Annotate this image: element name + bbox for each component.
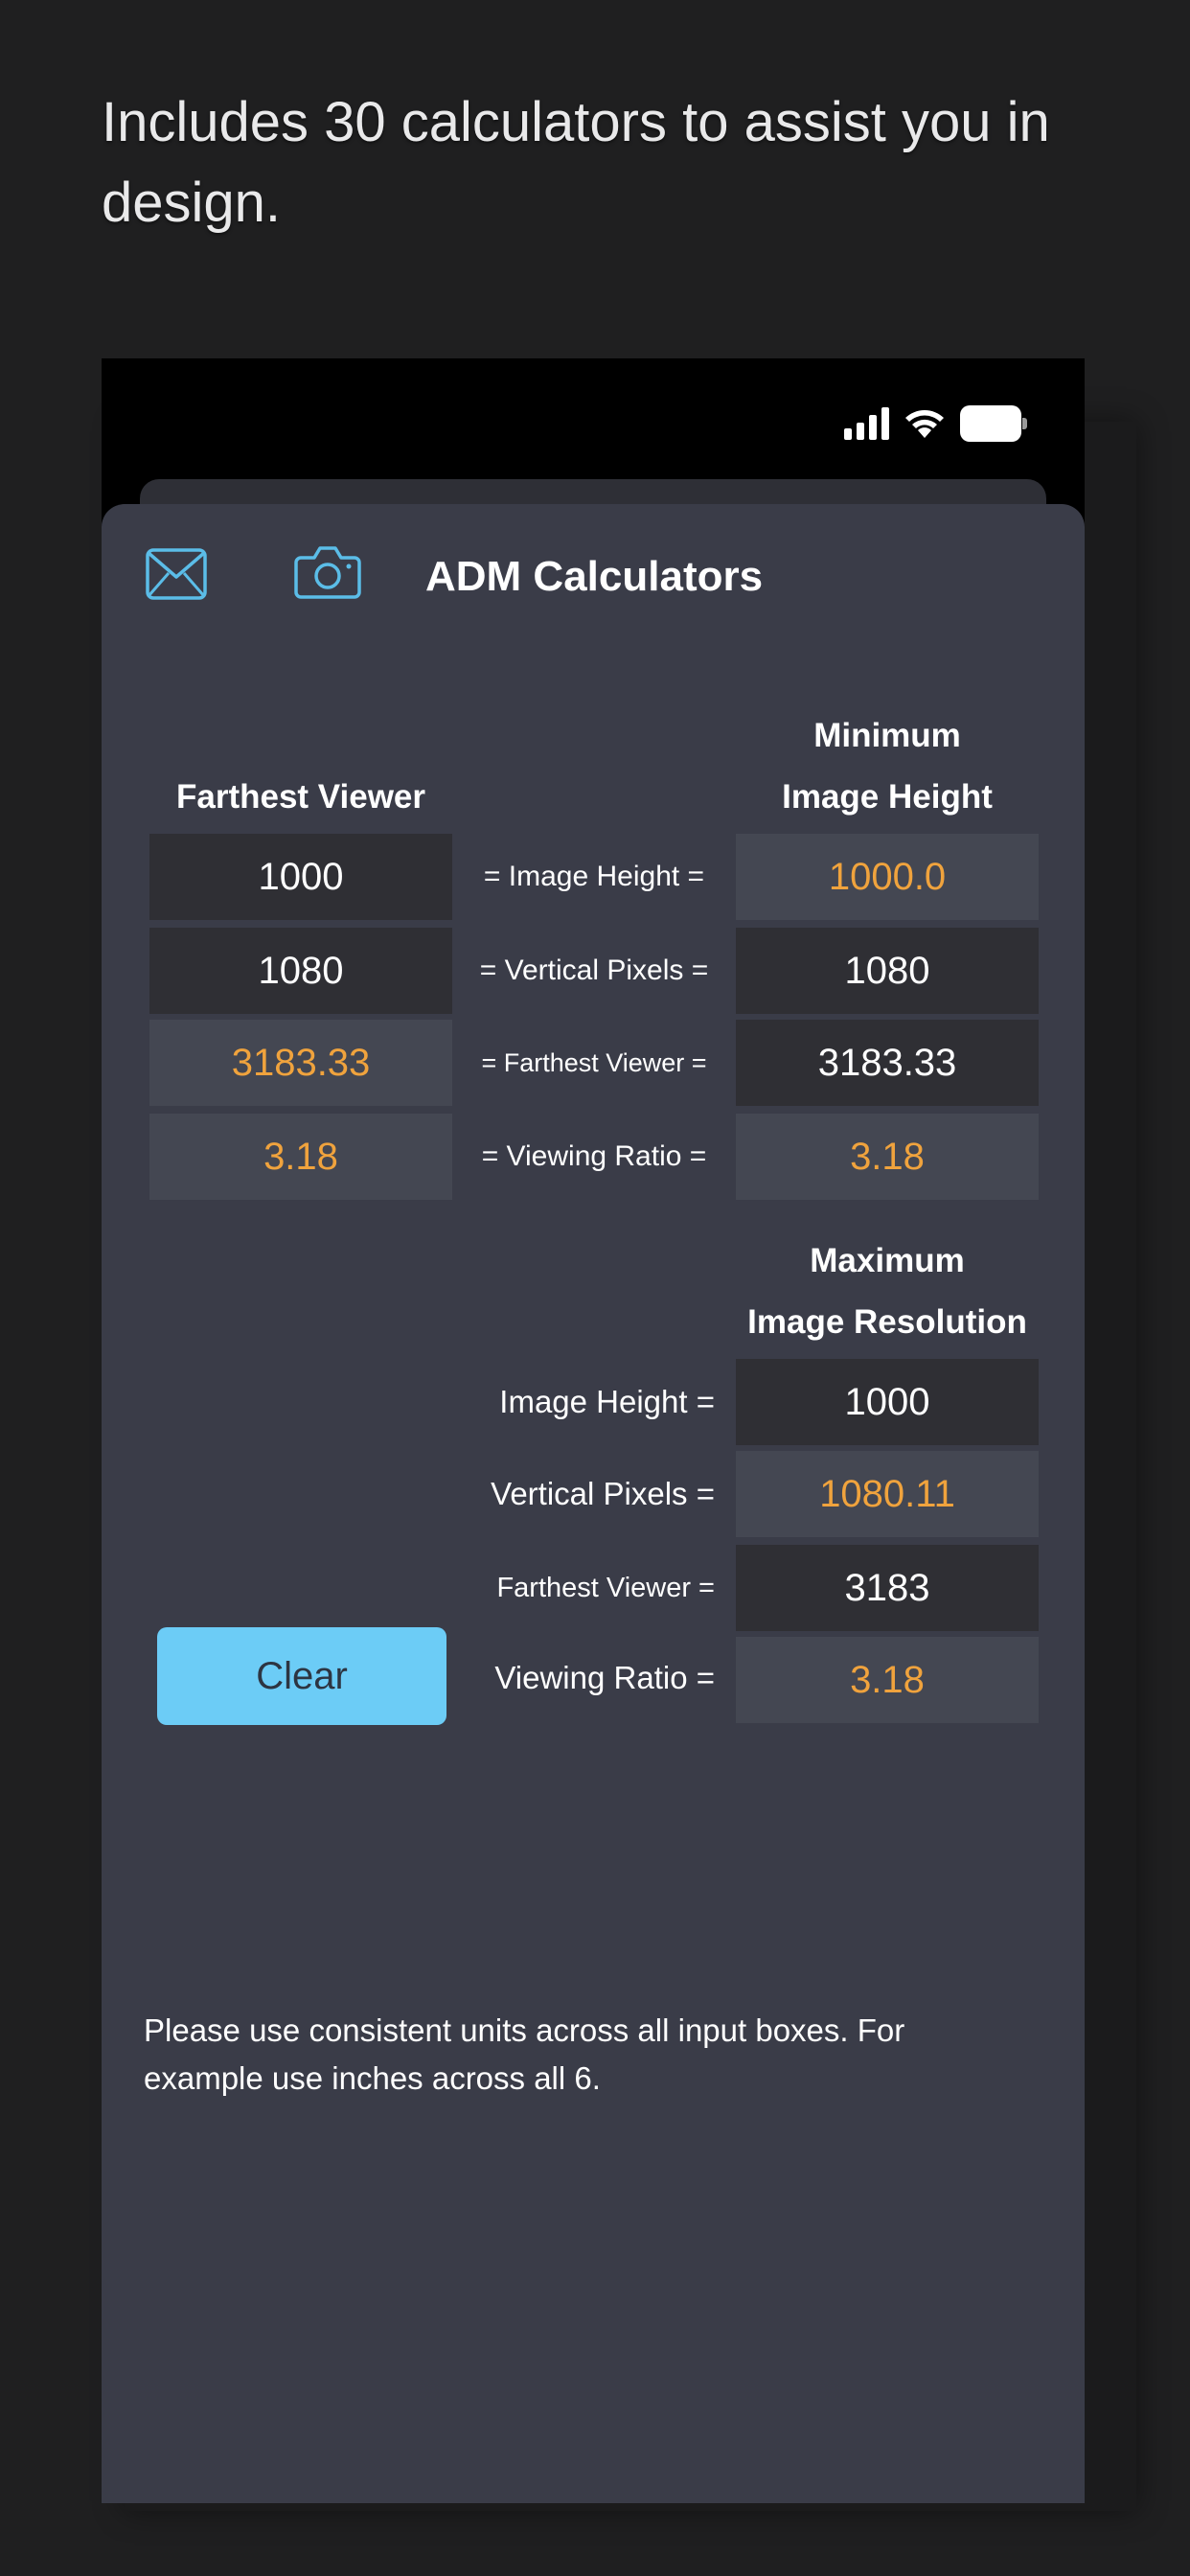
clear-button[interactable]: Clear	[157, 1627, 446, 1725]
vertical-pixels-label: Vertical Pixels =	[491, 1476, 715, 1511]
image-height-input[interactable]: 1000	[736, 1359, 1039, 1445]
status-bar	[844, 404, 1027, 443]
app-title: ADM Calculators	[425, 553, 764, 600]
equation-label: = Viewing Ratio =	[481, 1140, 707, 1172]
phone-screen: ADM Calculators Farthest Viewer Minimum …	[102, 358, 1085, 2503]
equation-label: = Farthest Viewer =	[481, 1048, 707, 1077]
wifi-icon	[905, 410, 944, 438]
minimum-header-line2: Image Height	[782, 778, 993, 816]
farthest-viewer-input[interactable]: 3183	[736, 1545, 1039, 1631]
maximum-header-line1: Maximum	[810, 1242, 965, 1279]
viewing-ratio-label: Viewing Ratio =	[494, 1660, 715, 1695]
promo-page: Includes 30 calculators to assist you in…	[0, 0, 1190, 2576]
cellular-signal-icon	[844, 407, 889, 440]
vertical-pixels-input[interactable]: 1080	[736, 928, 1039, 1014]
battery-icon	[960, 405, 1027, 442]
farthest-viewer-input[interactable]: 1000	[149, 834, 452, 920]
equation-label: = Image Height =	[483, 861, 705, 892]
vertical-pixels-result: 1080.11	[736, 1451, 1039, 1537]
units-note: Please use consistent units across all i…	[144, 2012, 905, 2096]
farthest-viewer-result: 3183.33	[149, 1020, 452, 1106]
promo-headline: Includes 30 calculators to assist you in…	[102, 91, 1050, 234]
camera-icon[interactable]	[293, 544, 362, 600]
farthest-viewer-input[interactable]: 3183.33	[736, 1020, 1039, 1106]
farthest-viewer-label: Farthest Viewer =	[496, 1573, 715, 1603]
viewing-ratio-result: 3.18	[149, 1114, 452, 1200]
vertical-pixels-input[interactable]: 1080	[149, 928, 452, 1014]
image-height-result: 1000.0	[736, 834, 1039, 920]
image-height-label: Image Height =	[499, 1384, 715, 1419]
viewing-ratio-result: 3.18	[736, 1637, 1039, 1723]
farthest-viewer-header: Farthest Viewer	[175, 778, 426, 816]
mail-icon[interactable]	[146, 548, 207, 600]
maximum-header-line2: Image Resolution	[747, 1303, 1027, 1341]
viewing-ratio-result: 3.18	[736, 1114, 1039, 1200]
equation-label: = Vertical Pixels =	[479, 954, 709, 986]
calculator-sheet: ADM Calculators Farthest Viewer Minimum …	[102, 504, 1085, 2503]
minimum-header-line1: Minimum	[813, 717, 961, 754]
